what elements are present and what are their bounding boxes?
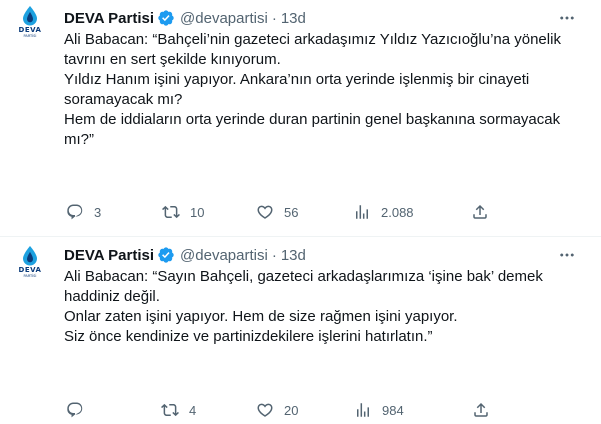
retweet-button[interactable]: 10: [162, 203, 204, 221]
share-icon: [473, 204, 487, 219]
reply-button[interactable]: 3: [66, 203, 101, 221]
separator-dot: ·: [271, 9, 277, 27]
tweet-text-line: soramayacak mı?: [64, 91, 183, 108]
tweet-header: DEVA Partisi @devapartisi · 13d: [64, 8, 306, 28]
tweet-actions: 4 20 984: [60, 399, 500, 421]
like-button[interactable]: 20: [256, 401, 298, 419]
tweet-text: Ali Babacan: “Bahçeli’nin gazeteci arkad…: [64, 30, 574, 150]
avatar-brand-sub: PARTİSİ: [23, 34, 37, 38]
reply-button[interactable]: [66, 401, 94, 419]
author-handle[interactable]: @devapartisi: [180, 247, 268, 264]
like-icon: [257, 205, 273, 219]
more-button[interactable]: [555, 245, 579, 265]
reply-icon: [67, 402, 83, 418]
tweet-text-line: haddiniz değil.: [64, 288, 160, 305]
views-icon: [357, 403, 369, 417]
deva-logo-icon: [23, 6, 37, 26]
tweet-text-line: Ali Babacan: “Bahçeli’nin gazeteci arkad…: [64, 31, 561, 48]
views-button[interactable]: 2.088: [353, 203, 414, 221]
tweet-2[interactable]: DEVA PARTİSİ DEVA Partisi @devapartisi ·…: [0, 237, 601, 424]
avatar[interactable]: DEVA PARTİSİ: [10, 6, 50, 46]
retweet-count: 10: [190, 204, 205, 220]
views-button[interactable]: 984: [354, 401, 404, 419]
retweet-icon: [161, 403, 179, 417]
tweet-time[interactable]: 13d: [281, 247, 306, 264]
tweet-text-line: Hem de iddiaların orta yerinde duran par…: [64, 111, 561, 128]
like-count: 20: [284, 402, 299, 418]
views-icon: [356, 205, 368, 219]
tweet-text: Ali Babacan: “Sayın Bahçeli, gazeteci ar…: [64, 267, 574, 347]
tweet-text-line: Yıldız Hanım işini yapıyor. Ankara’nın o…: [64, 71, 530, 88]
like-button[interactable]: 56: [256, 203, 298, 221]
author-name[interactable]: DEVA Partisi: [64, 247, 154, 264]
views-count: 984: [382, 402, 404, 418]
more-button[interactable]: [555, 8, 579, 28]
share-button[interactable]: [472, 401, 490, 419]
deva-logo-icon: [23, 246, 37, 266]
share-icon: [474, 402, 488, 417]
reply-icon: [67, 204, 83, 220]
retweet-icon: [162, 205, 180, 219]
tweet-text-line: Onlar zaten işini yapıyor. Hem de size r…: [64, 308, 458, 325]
retweet-count: 4: [189, 402, 197, 418]
tweet-1[interactable]: DEVA PARTİSİ DEVA Partisi @devapartisi ·…: [0, 0, 601, 237]
tweet-text-line: mı?”: [64, 131, 94, 148]
retweet-button[interactable]: 4: [161, 401, 196, 419]
like-icon: [257, 403, 273, 417]
tweet-text-line: Ali Babacan: “Sayın Bahçeli, gazeteci ar…: [64, 268, 543, 285]
tweet-text-line: Siz önce kendinize ve partinizdekilere i…: [64, 328, 433, 345]
share-button[interactable]: [471, 203, 489, 221]
more-icon: [560, 16, 574, 20]
author-handle[interactable]: @devapartisi: [180, 10, 268, 27]
author-name[interactable]: DEVA Partisi: [64, 10, 154, 27]
verified-badge-icon: [157, 9, 175, 27]
tweet-actions: 3 10 56 2.088: [60, 201, 500, 223]
tweet-time[interactable]: 13d: [281, 10, 306, 27]
tweet-text-line: tavrını en sert şekilde kınıyorum.: [64, 51, 281, 68]
avatar-brand: DEVA: [18, 26, 42, 34]
verified-badge-icon: [157, 246, 175, 264]
like-count: 56: [284, 204, 299, 220]
avatar-brand: DEVA: [18, 266, 42, 274]
avatar-brand-sub: PARTİSİ: [23, 274, 37, 278]
reply-count: 3: [94, 204, 102, 220]
tweet-header: DEVA Partisi @devapartisi · 13d: [64, 245, 306, 265]
more-icon: [560, 253, 574, 257]
views-count: 2.088: [381, 204, 414, 220]
separator-dot: ·: [271, 246, 277, 264]
avatar[interactable]: DEVA PARTİSİ: [10, 246, 50, 286]
